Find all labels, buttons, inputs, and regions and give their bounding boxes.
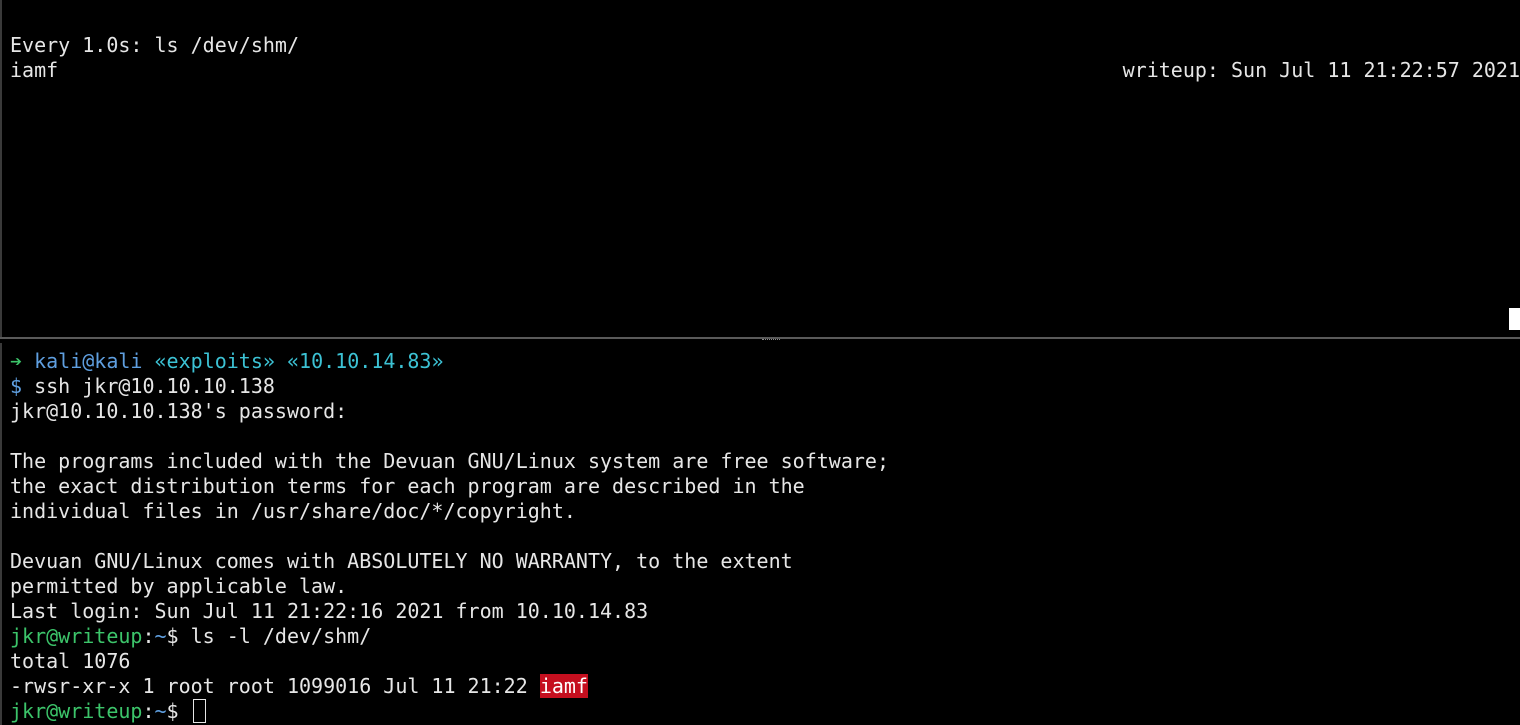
final-prompt-user-host: jkr@writeup bbox=[10, 699, 143, 723]
final-prompt-dollar: $ bbox=[166, 699, 191, 723]
scrollbar-thumb[interactable] bbox=[1509, 308, 1520, 330]
password-prompt: jkr@10.10.10.138's password: bbox=[10, 399, 348, 423]
pane-resize-grip-icon[interactable] bbox=[762, 339, 780, 342]
watch-pane[interactable]: Every 1.0s: ls /dev/shm/ writeup: Sun Ju… bbox=[0, 0, 1520, 337]
motd-line bbox=[2, 424, 1520, 449]
watch-command: Every 1.0s: ls /dev/shm/ bbox=[10, 33, 299, 57]
motd-line bbox=[2, 524, 1520, 549]
prompt-dollar: $ bbox=[10, 374, 23, 398]
ls-command: ls -l /dev/shm/ bbox=[190, 624, 372, 648]
ls-entry-line: -rwsr-xr-x 1 root root 1099016 Jul 11 21… bbox=[2, 674, 1520, 699]
prompt-arrow-icon: ➔ bbox=[10, 349, 23, 373]
final-prompt-path: ~ bbox=[154, 699, 167, 723]
prompt-ip: «10.10.14.83» bbox=[286, 349, 444, 373]
zsh-prompt-line: ➔ kali@kali «exploits» «10.10.14.83» bbox=[2, 349, 1520, 374]
prompt-directory: «exploits» bbox=[154, 349, 275, 373]
final-prompt-line[interactable]: jkr@writeup:~$ bbox=[2, 699, 1520, 724]
prompt-user-host: kali@kali bbox=[34, 349, 143, 373]
terminal-output: ➔ kali@kali «exploits» «10.10.14.83» $ s… bbox=[2, 349, 1520, 724]
last-login-line: Last login: Sun Jul 11 21:22:16 2021 fro… bbox=[10, 599, 649, 623]
ls-entry-filename: iamf bbox=[539, 674, 588, 698]
ls-entry-attributes: -rwsr-xr-x 1 root root 1099016 Jul 11 21… bbox=[10, 674, 540, 698]
command-line: $ ssh jkr@10.10.10.138 bbox=[2, 374, 1520, 399]
motd-line: the exact distribution terms for each pr… bbox=[10, 474, 805, 498]
ls-total-line: total 1076 bbox=[10, 649, 131, 673]
shell-pane[interactable]: ➔ kali@kali «exploits» «10.10.14.83» $ s… bbox=[0, 343, 1520, 725]
terminal-cursor[interactable] bbox=[192, 699, 206, 723]
motd-line: The programs included with the Devuan GN… bbox=[10, 449, 889, 473]
motd-line: Devuan GNU/Linux comes with ABSOLUTELY N… bbox=[10, 549, 793, 573]
watch-output: iamf bbox=[2, 58, 1520, 83]
watch-output-line: iamf bbox=[10, 58, 59, 82]
motd-line: individual files in /usr/share/doc/*/cop… bbox=[10, 499, 576, 523]
ssh-command: ssh jkr@10.10.10.138 bbox=[22, 374, 275, 398]
watch-header: Every 1.0s: ls /dev/shm/ writeup: Sun Ju… bbox=[2, 8, 1520, 82]
remote-command-line: jkr@writeup:~$ ls -l /dev/shm/ bbox=[2, 624, 1520, 649]
remote-prompt-path: ~ bbox=[154, 624, 167, 648]
remote-prompt-user-host: jkr@writeup bbox=[10, 624, 143, 648]
remote-prompt-separator: : bbox=[142, 624, 155, 648]
final-prompt-separator: : bbox=[142, 699, 155, 723]
remote-prompt-dollar: $ bbox=[166, 624, 191, 648]
motd-line: permitted by applicable law. bbox=[10, 574, 348, 598]
